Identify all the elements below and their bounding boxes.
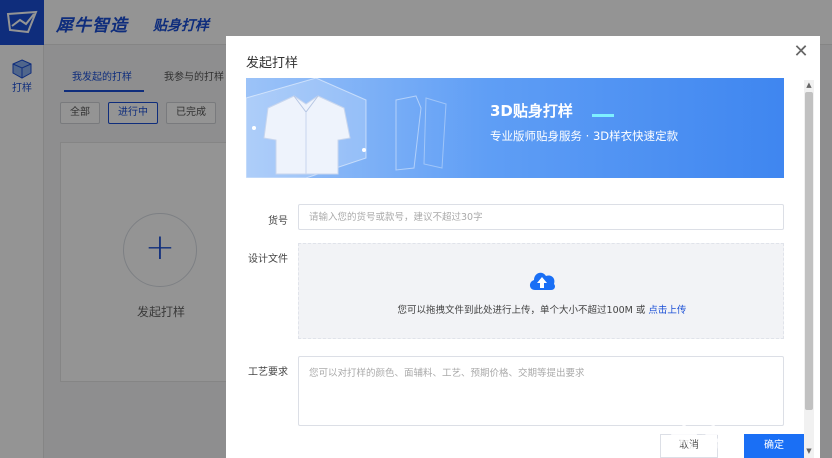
modal-scrollbar[interactable]: ▲ ▼ [804,80,814,458]
banner-accent [592,114,614,117]
upload-hint: 您可以拖拽文件到此处进行上传，单个大小不超过100M 或 点击上传 [299,302,785,316]
banner-title: 3D贴身打样 [490,102,573,120]
cloud-upload-icon [529,272,555,290]
confirm-button[interactable]: 确定 [744,434,804,458]
promo-banner: 3D贴身打样 专业版师贴身服务 · 3D样衣快速定款 [246,78,784,178]
scroll-down-icon[interactable]: ▼ [804,446,814,456]
sku-input[interactable] [298,204,784,230]
close-icon[interactable]: ✕ [791,42,811,62]
banner-subtitle: 专业版师贴身服务 · 3D样衣快速定款 [490,129,679,143]
design-file-label: 设计文件 [248,254,288,265]
scroll-up-icon[interactable]: ▲ [804,80,814,90]
upload-hint-text: 您可以拖拽文件到此处进行上传，单个大小不超过100M 或 [397,305,649,316]
scroll-thumb[interactable] [805,92,813,410]
new-sample-modal: 发起打样 ✕ 3D贴身打样 专业版师贴身服务 · 3D样衣快速定款 货号 设计文… [226,36,820,458]
craft-requirements-label: 工艺要求 [248,367,288,378]
craft-requirements-textarea[interactable] [298,356,784,426]
file-upload-dropzone[interactable]: 您可以拖拽文件到此处进行上传，单个大小不超过100M 或 点击上传 [298,243,784,339]
modal-title: 发起打样 [246,56,299,71]
watermark: 大家 [670,423,731,456]
sku-label: 货号 [268,216,288,227]
click-upload-link[interactable]: 点击上传 [648,305,686,316]
